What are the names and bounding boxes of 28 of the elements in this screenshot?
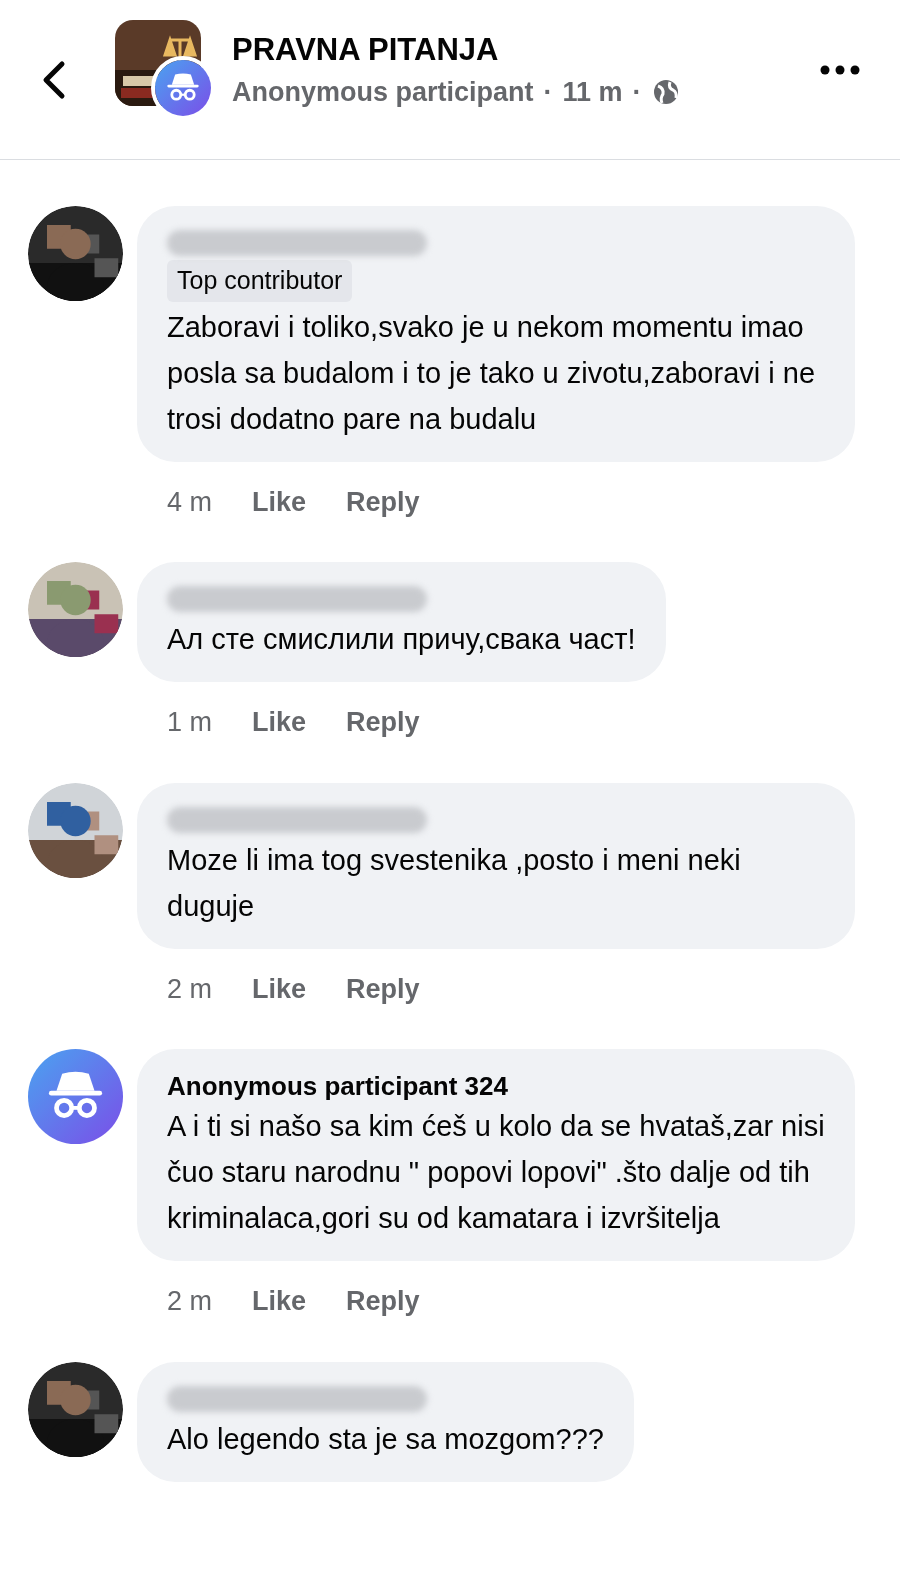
- comment-text: Alo legendo sta je sa mozgom???: [167, 1421, 604, 1457]
- comment-text: Zaboravi i toliko,svako je u nekom momentu imao posla sa budalom i to je tako u zivotu,zaboravi i ne trosi dodatno pare na budalu: [167, 309, 817, 437]
- reply-button[interactable]: Reply: [346, 968, 420, 1009]
- comment-time: 2 m: [167, 1285, 212, 1318]
- post-time: 11 m: [562, 75, 623, 109]
- anonymous-badge-icon: [155, 59, 211, 116]
- separator-dot: ·: [632, 75, 642, 109]
- group-title[interactable]: PRAVNA PITANJA: [232, 29, 820, 70]
- contributor-badge: Top contributor: [167, 260, 353, 302]
- comment-time: 2 m: [167, 972, 212, 1006]
- like-button[interactable]: Like: [252, 1281, 307, 1322]
- post-author: Anonymous participant: [232, 75, 534, 109]
- anonymous-avatar-icon: [28, 1049, 123, 1144]
- reply-button[interactable]: Reply: [346, 1281, 420, 1322]
- like-button[interactable]: Like: [252, 968, 307, 1009]
- globe-icon: [651, 77, 680, 106]
- comment-time: 1 m: [167, 706, 212, 739]
- comment-time: 4 m: [167, 485, 212, 519]
- reply-button[interactable]: Reply: [346, 481, 420, 522]
- comment-text: A i ti si našo sa kim ćeš u kolo da se hvataš,zar nisi čuo staru narodnu " popovi lopovi" .što dalje od tih kriminalaca,gori su od kamatara i izvršitelja: [167, 1109, 825, 1236]
- comment-text: Ал сте смислили причу,свака част!: [167, 622, 636, 657]
- author-name[interactable]: Anonymous participant 324: [167, 1069, 825, 1103]
- like-button[interactable]: Like: [252, 481, 307, 522]
- reply-button[interactable]: Reply: [346, 702, 420, 743]
- more-icon[interactable]: [820, 64, 860, 75]
- comment-text: Moze li ima tog svestenika ,posto i meni neki duguje: [167, 842, 742, 924]
- like-button[interactable]: Like: [252, 702, 307, 743]
- separator-dot: ·: [543, 75, 553, 109]
